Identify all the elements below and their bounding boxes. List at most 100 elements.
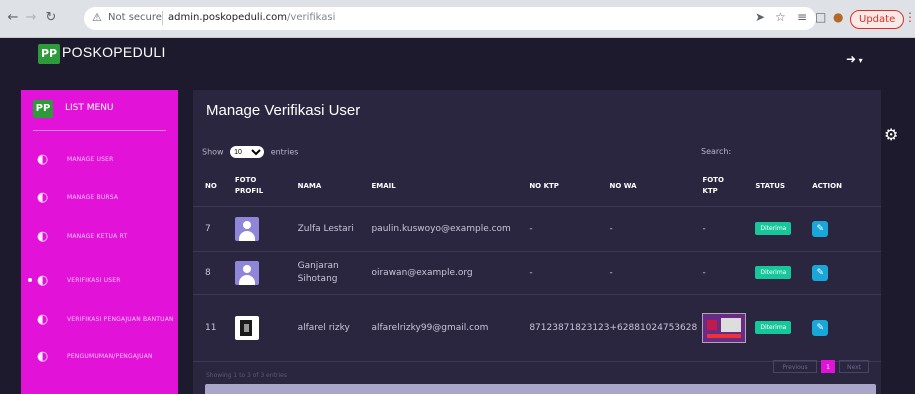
cell-no-wa: -	[609, 251, 703, 295]
status-badge: Diterima	[755, 321, 792, 334]
reload-icon[interactable]: ↻	[44, 10, 58, 25]
logout-icon: ➜	[846, 52, 857, 66]
ktp-photo[interactable]	[702, 312, 747, 343]
chevron-down-icon: ▾	[856, 56, 863, 65]
col-action[interactable]: ACTION	[812, 166, 881, 207]
cell-no: 11	[193, 294, 235, 362]
col-nama[interactable]: NAMA	[297, 166, 372, 207]
col-foto-ktp-label: FOTO KTP	[702, 175, 724, 195]
sidebar-item-label: MANAGE USER	[67, 156, 114, 163]
cell-no: 7	[193, 206, 235, 252]
edit-button[interactable]: ✎	[812, 220, 829, 237]
cell-foto-profil	[234, 206, 298, 252]
cell-foto-ktp: -	[702, 251, 756, 295]
gear-icon[interactable]: ⚙	[884, 125, 898, 144]
cell-email: paulin.kuswoyo@example.com	[371, 206, 530, 252]
cell-no-ktp: -	[529, 206, 610, 252]
cell-action: ✎	[812, 294, 881, 362]
cell-email: oirawan@example.org	[371, 251, 530, 295]
entries-label: entries	[270, 147, 299, 157]
active-indicator	[28, 278, 32, 282]
cell-nama: alfarel rizky	[297, 294, 372, 362]
address-divider	[162, 11, 163, 25]
cell-nama: Ganjaran Sihotang	[297, 251, 372, 295]
col-foto-profil-label: FOTO PROFIL	[234, 175, 264, 195]
table-row: 11 alfarel rizky alfarelrizky99@gmail.co…	[193, 294, 881, 362]
next-button[interactable]: Next	[839, 360, 869, 373]
cell-no-wa: -	[609, 206, 703, 252]
playlist-icon[interactable]: ≡	[797, 10, 807, 24]
sidebar-item-verifikasi-pengajuan[interactable]: ◐ VERIFIKASI PENGAJUAN BANTUAN	[21, 308, 178, 334]
sidebar-logo: PP	[33, 100, 53, 118]
sidebar-item-verifikasi-user[interactable]: ◐ VERIFIKASI USER	[21, 269, 178, 295]
col-no-ktp[interactable]: NO KTP	[529, 166, 610, 207]
cell-action: ✎	[812, 251, 881, 295]
pie-chart-icon: ◐	[37, 190, 49, 205]
edit-button[interactable]: ✎	[812, 319, 829, 336]
sidebar: PP LIST MENU ◐ MANAGE USER ◐ MANAGE BURS…	[21, 90, 178, 394]
back-icon[interactable]: ←	[6, 10, 20, 25]
previous-button[interactable]: Previous	[773, 360, 817, 373]
table-info: Showing 1 to 3 of 3 entries	[206, 372, 287, 379]
avatar-placeholder	[234, 216, 259, 241]
search-input[interactable]	[733, 144, 873, 158]
cell-status: Diterima	[755, 294, 813, 362]
cell-nama-text: Ganjaran Sihotang	[297, 260, 339, 284]
pencil-icon: ✎	[816, 223, 824, 234]
pie-chart-icon: ◐	[37, 312, 49, 327]
table-row: 8 Ganjaran Sihotang oirawan@example.org …	[193, 251, 881, 295]
menu-icon[interactable]: ⋮	[904, 10, 915, 24]
col-no-wa[interactable]: NO WA	[609, 166, 703, 207]
address-bar[interactable]: ⚠ Not secure admin.poskopeduli.com/verif…	[84, 7, 816, 30]
cell-no-ktp: -	[529, 251, 610, 295]
send-icon[interactable]: ➤	[755, 10, 765, 24]
pencil-icon: ✎	[816, 322, 824, 333]
col-foto-profil[interactable]: FOTO PROFIL	[234, 166, 298, 207]
col-no[interactable]: NO	[193, 166, 235, 207]
page-size-control: Show 10 entries	[202, 146, 298, 158]
pie-chart-icon: ◐	[37, 273, 49, 288]
cell-no-ktp: 87123871823123	[529, 294, 610, 362]
status-badge: Diterima	[755, 222, 792, 235]
logo-text[interactable]: POSKOPEDULI	[62, 44, 166, 60]
sidebar-title: LIST MENU	[65, 103, 114, 113]
app-header: PP POSKOPEDULI ➜ ▾	[0, 38, 915, 82]
table-row: 7 Zulfa Lestari paulin.kuswoyo@example.c…	[193, 206, 881, 252]
col-email[interactable]: EMAIL	[371, 166, 530, 207]
page-1-button[interactable]: 1	[821, 360, 835, 373]
url-host: admin.poskopeduli.com	[168, 12, 288, 23]
sidebar-item-label: VERIFIKASI PENGAJUAN BANTUAN	[67, 316, 174, 323]
cell-email: alfarelrizky99@gmail.com	[371, 294, 530, 362]
cell-foto-profil	[234, 294, 298, 362]
sidebar-item-manage-ketua-rt[interactable]: ◐ MANAGE KETUA RT	[21, 225, 178, 251]
cell-foto-ktp	[702, 294, 756, 362]
footer-panel	[205, 384, 876, 394]
security-label: Not secure	[108, 12, 162, 23]
pie-chart-icon: ◐	[37, 349, 49, 364]
star-icon[interactable]: ☆	[775, 10, 786, 24]
verification-table: NO FOTO PROFIL NAMA EMAIL NO KTP NO WA F…	[193, 166, 881, 362]
sidebar-item-manage-bursa[interactable]: ◐ MANAGE BURSA	[21, 186, 178, 212]
logo-badge: PP	[38, 44, 60, 64]
warning-icon: ⚠	[92, 11, 102, 24]
profile-icon[interactable]: ●	[833, 10, 843, 24]
cell-no-wa: +62881024753628	[609, 294, 703, 362]
col-status[interactable]: STATUS	[755, 166, 813, 207]
cell-status: Diterima	[755, 251, 813, 295]
table-header-row: NO FOTO PROFIL NAMA EMAIL NO KTP NO WA F…	[193, 166, 881, 207]
pie-chart-icon: ◐	[37, 229, 49, 244]
page-size-select[interactable]: 10	[230, 146, 265, 158]
url-text: admin.poskopeduli.com/verifikasi	[168, 12, 335, 23]
sidebar-item-label: VERIFIKASI USER	[67, 277, 121, 284]
col-foto-ktp[interactable]: FOTO KTP	[702, 166, 756, 207]
search-label: Search:	[701, 147, 732, 156]
edit-button[interactable]: ✎	[812, 264, 829, 281]
tab-icon[interactable]: □	[815, 10, 826, 24]
logout-dropdown[interactable]: ➜ ▾	[846, 52, 863, 66]
cell-foto-ktp: -	[702, 206, 756, 252]
update-button[interactable]: Update	[850, 10, 905, 29]
cell-foto-profil	[234, 251, 298, 295]
sidebar-item-pengumuman[interactable]: ◐ PENGUMUMAN/PENGAJUAN	[21, 345, 178, 371]
sidebar-item-manage-user[interactable]: ◐ MANAGE USER	[21, 148, 178, 174]
forward-icon[interactable]: →	[24, 10, 38, 25]
